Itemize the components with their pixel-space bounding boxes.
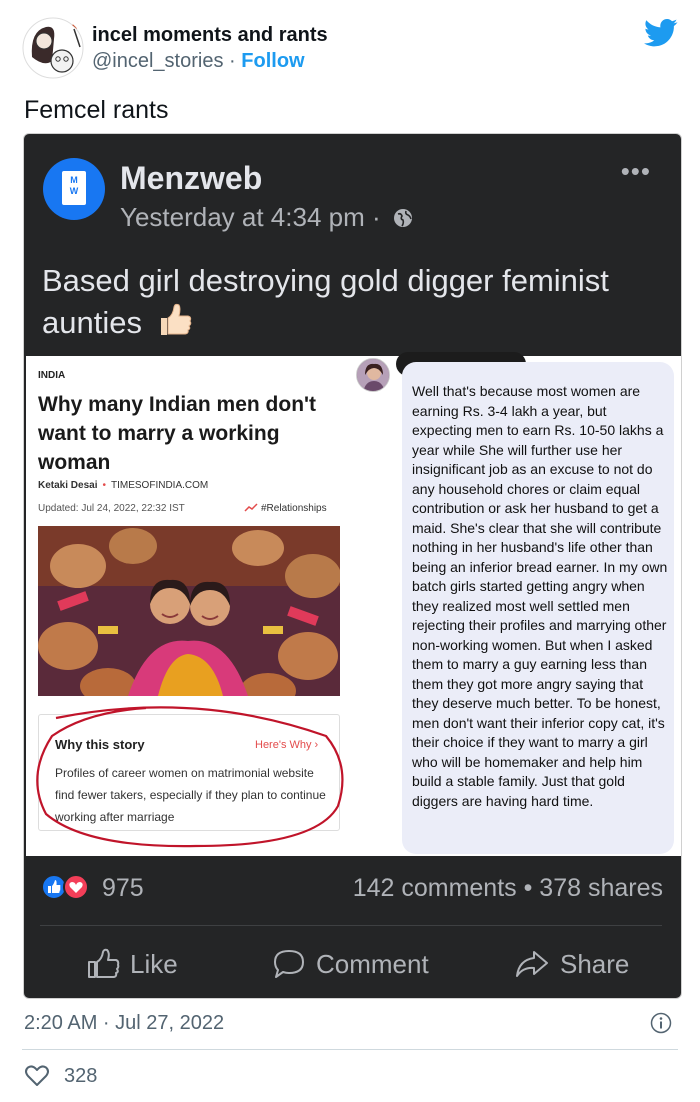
author-handle-row: @incel_stories · Follow bbox=[92, 50, 305, 73]
avatar-letter: M bbox=[70, 175, 78, 185]
reaction-icons bbox=[41, 874, 89, 900]
article-section: INDIA bbox=[38, 370, 66, 381]
author-handle[interactable]: @incel_stories bbox=[92, 50, 223, 72]
article-author: Ketaki Desai bbox=[38, 480, 98, 491]
like-reaction-icon bbox=[41, 874, 67, 900]
action-divider bbox=[40, 925, 662, 926]
article-title: Why many Indian men don't want to marry … bbox=[38, 393, 317, 474]
page-avatar: M W bbox=[43, 158, 105, 220]
more-options-button: ••• bbox=[620, 156, 651, 186]
comment-icon bbox=[274, 950, 304, 978]
handle-separator: · bbox=[229, 50, 236, 72]
author-avatar[interactable] bbox=[22, 17, 84, 79]
post-timestamp: Yesterday at 4:34 pm · bbox=[120, 202, 414, 233]
page-avatar-logo: M W bbox=[62, 171, 86, 205]
why-this-story-box: Why this story Here's Why › Profiles of … bbox=[38, 714, 340, 831]
info-icon[interactable] bbox=[650, 1012, 672, 1034]
tweet-date[interactable]: 2:20 AM · Jul 27, 2022 bbox=[24, 1012, 224, 1035]
author-name[interactable]: incel moments and rants bbox=[92, 24, 328, 47]
post-timestamp-text: Yesterday at 4:34 pm · bbox=[120, 202, 381, 232]
share-icon bbox=[516, 951, 548, 977]
like-action-label: Like bbox=[130, 948, 178, 979]
comments-shares-stats: 142 comments • 378 shares bbox=[352, 874, 663, 902]
post-body: Based girl destroying gold digger femini… bbox=[42, 260, 672, 344]
share-action-label: Share bbox=[560, 948, 630, 979]
love-reaction-icon bbox=[63, 874, 89, 900]
reaction-count: 975 bbox=[102, 874, 144, 902]
article-updated: Updated: Jul 24, 2022, 22:32 IST bbox=[38, 503, 185, 514]
like-button[interactable]: 328 bbox=[24, 1063, 97, 1089]
thumbs-up-emoji-icon bbox=[160, 303, 191, 335]
share-action: Share bbox=[514, 944, 629, 984]
why-body: Profiles of career women on matrimonial … bbox=[55, 766, 326, 824]
article-photo bbox=[38, 526, 340, 696]
comment-text: Well that's because most women are earni… bbox=[412, 383, 668, 809]
comment-action: Comment bbox=[272, 944, 429, 984]
byline-separator: • bbox=[102, 480, 106, 491]
why-title: Why this story bbox=[55, 737, 145, 752]
avatar-letter: W bbox=[69, 186, 79, 196]
follow-button[interactable]: Follow bbox=[241, 50, 304, 72]
twitter-bird-icon[interactable] bbox=[644, 18, 678, 48]
article-byline: Ketaki Desai • TIMESOFINDIA.COM bbox=[38, 480, 208, 491]
commenter-avatar bbox=[356, 358, 390, 392]
tweet-media-image[interactable]: M W Menzweb Yesterday at 4:34 pm · ••• B… bbox=[23, 133, 682, 999]
like-icon bbox=[88, 948, 120, 978]
article-publisher: TIMESOFINDIA.COM bbox=[111, 480, 209, 491]
article-tag: #Relationships bbox=[244, 503, 327, 514]
tweet-header: incel moments and rants @incel_stories ·… bbox=[0, 0, 700, 90]
comment-action-label: Comment bbox=[316, 948, 429, 979]
comment-bubble: Well that's because most women are earni… bbox=[402, 362, 674, 854]
page-name: Menzweb bbox=[120, 160, 263, 196]
why-link-text: Here's Why bbox=[255, 739, 312, 751]
reactions-row: 975 142 comments • 378 shares bbox=[24, 869, 681, 913]
footer-divider bbox=[22, 1049, 678, 1050]
like-action: Like bbox=[86, 944, 178, 984]
heart-icon[interactable] bbox=[24, 1064, 50, 1088]
why-link: Here's Why › bbox=[255, 739, 319, 751]
tweet-text: Femcel rants bbox=[24, 96, 169, 124]
like-count: 328 bbox=[64, 1064, 98, 1087]
article-tag-text: #Relationships bbox=[261, 503, 327, 514]
trending-icon bbox=[244, 503, 258, 512]
shared-image: INDIA Why many Indian men don't want to … bbox=[26, 352, 681, 856]
globe-icon bbox=[393, 209, 412, 227]
post-body-text: Based girl destroying gold digger femini… bbox=[42, 263, 609, 340]
